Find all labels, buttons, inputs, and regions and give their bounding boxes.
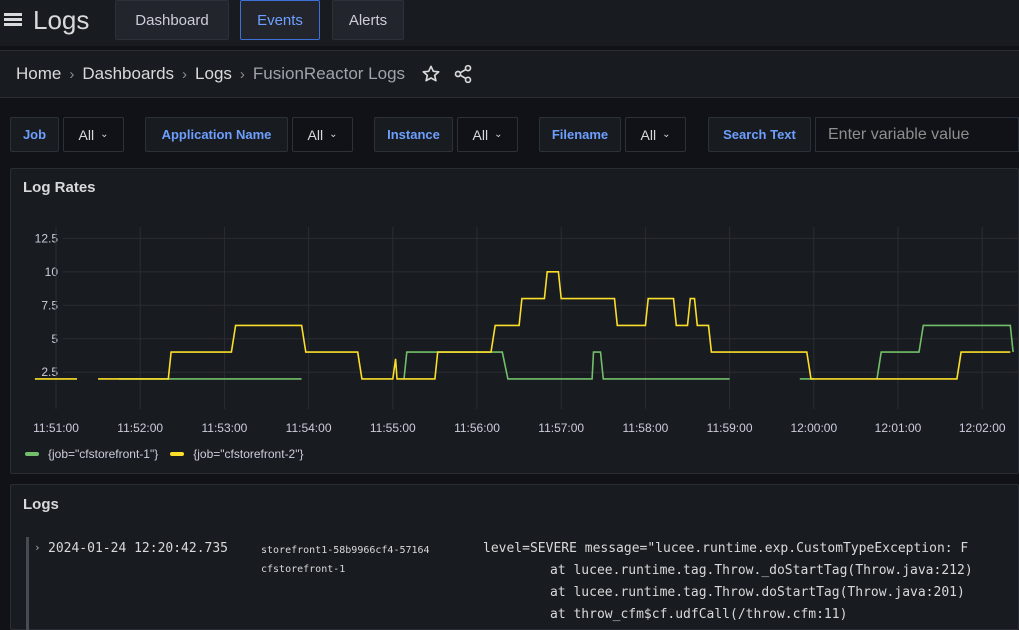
variable-job-label: Job: [10, 117, 59, 152]
breadcrumb-logs[interactable]: Logs: [195, 64, 232, 84]
legend-swatch: [25, 452, 39, 456]
variable-filename-select[interactable]: All ⌄: [625, 117, 686, 152]
x-tick-label: 12:02:00: [959, 421, 1006, 435]
log-instance-label[interactable]: storefront1-58b9966cf4-57164: [261, 545, 430, 556]
breadcrumb: Home › Dashboards › Logs › FusionReactor…: [0, 50, 1019, 98]
log-rates-chart: 2.557.51012.511:51:00 11:52:00 11:53:00 11:…: [33, 227, 1019, 435]
y-tick-label: 12.5: [35, 231, 59, 245]
x-tick-label: 11:54:00: [286, 421, 332, 435]
series-line-1: [403, 351, 730, 380]
x-tick-label: 12:01:00: [875, 421, 922, 435]
breadcrumb-dashboards[interactable]: Dashboards: [82, 64, 174, 84]
x-tick-label: 11:52:00: [117, 421, 163, 435]
log-job-label[interactable]: cfstorefront-1: [261, 564, 345, 575]
search-text-input[interactable]: Enter variable value: [815, 117, 1019, 152]
share-icon[interactable]: [453, 64, 473, 84]
x-tick-label: 11:51:00: [33, 421, 79, 435]
logs-panel: Logs: [10, 484, 1019, 630]
variable-filename-label: Filename: [539, 117, 621, 152]
top-bar: Logs Dashboard Events Alerts: [0, 0, 1019, 46]
chevron-down-icon: ⌄: [662, 129, 671, 140]
variable-application-name-label: Application Name: [145, 117, 288, 152]
log-level-bar: [26, 537, 29, 630]
x-tick-label: 12:00:00: [790, 421, 837, 435]
chevron-down-icon: ⌄: [100, 129, 109, 140]
breadcrumb-separator: ›: [182, 65, 188, 83]
series-line-2: [98, 271, 1011, 380]
log-message-line: at throw_cfm$cf.udfCall(/throw.cfm:11): [550, 607, 848, 622]
breadcrumb-home[interactable]: Home: [16, 64, 61, 84]
star-icon[interactable]: [421, 64, 441, 84]
legend-item-series-1[interactable]: {job="cfstorefront-1"}: [25, 447, 158, 461]
log-message-line: level=SEVERE message="lucee.runtime.exp.…: [483, 541, 969, 556]
app-title: Logs: [33, 5, 90, 35]
variable-instance-select[interactable]: All ⌄: [457, 117, 518, 152]
tab-alerts[interactable]: Alerts: [332, 0, 404, 40]
chart-legend: {job="cfstorefront-1"} {job="cfstorefron…: [25, 447, 316, 461]
variable-filename-value: All: [640, 126, 657, 143]
variable-job-value: All: [78, 126, 95, 143]
breadcrumb-current: FusionReactor Logs: [252, 64, 406, 83]
variable-application-name-value: All: [307, 126, 324, 143]
legend-label: {job="cfstorefront-1"}: [48, 447, 159, 461]
panel-title: Logs: [23, 496, 59, 513]
legend-swatch: [170, 452, 185, 456]
log-rates-panel: Log Rates 2.5 5 7.5 10 12.5 11:51:00 11:52:00 1…: [10, 168, 1019, 474]
legend-label: {job="cfstorefront-2"}: [193, 447, 304, 461]
x-tick-label: 11:55:00: [370, 421, 416, 435]
menu-icon[interactable]: [4, 13, 22, 28]
breadcrumb-separator: ›: [239, 65, 245, 83]
chevron-down-icon: ⌄: [329, 129, 338, 140]
log-timestamp: 2024-01-24 12:20:42.735: [48, 541, 229, 556]
breadcrumb-separator: ›: [69, 65, 75, 83]
x-tick-label: 11:53:00: [201, 421, 247, 435]
legend-item-series-2[interactable]: {job="cfstorefront-2"}: [170, 447, 304, 461]
variable-search-text-label: Search Text: [708, 117, 811, 152]
x-tick-label: 11:56:00: [454, 421, 500, 435]
tab-dashboard[interactable]: Dashboard: [115, 0, 229, 40]
variable-job-select[interactable]: All ⌄: [63, 117, 124, 152]
y-tick-label: 5: [51, 332, 58, 346]
variable-instance-value: All: [472, 126, 489, 143]
log-message-line: at lucee.runtime.tag.Throw.doStartTag(Th…: [550, 585, 965, 600]
x-tick-label: 11:59:00: [707, 421, 753, 435]
x-tick-label: 11:57:00: [538, 421, 584, 435]
variable-instance-label: Instance: [374, 117, 453, 152]
variable-application-name-select[interactable]: All ⌄: [292, 117, 353, 152]
log-message-line: at lucee.runtime.tag.Throw._doStartTag(T…: [550, 563, 973, 578]
x-tick-label: 11:58:00: [622, 421, 668, 435]
tab-events[interactable]: Events: [240, 0, 320, 40]
chevron-down-icon: ⌄: [494, 129, 503, 140]
expand-chevron-icon[interactable]: ›: [34, 541, 41, 554]
